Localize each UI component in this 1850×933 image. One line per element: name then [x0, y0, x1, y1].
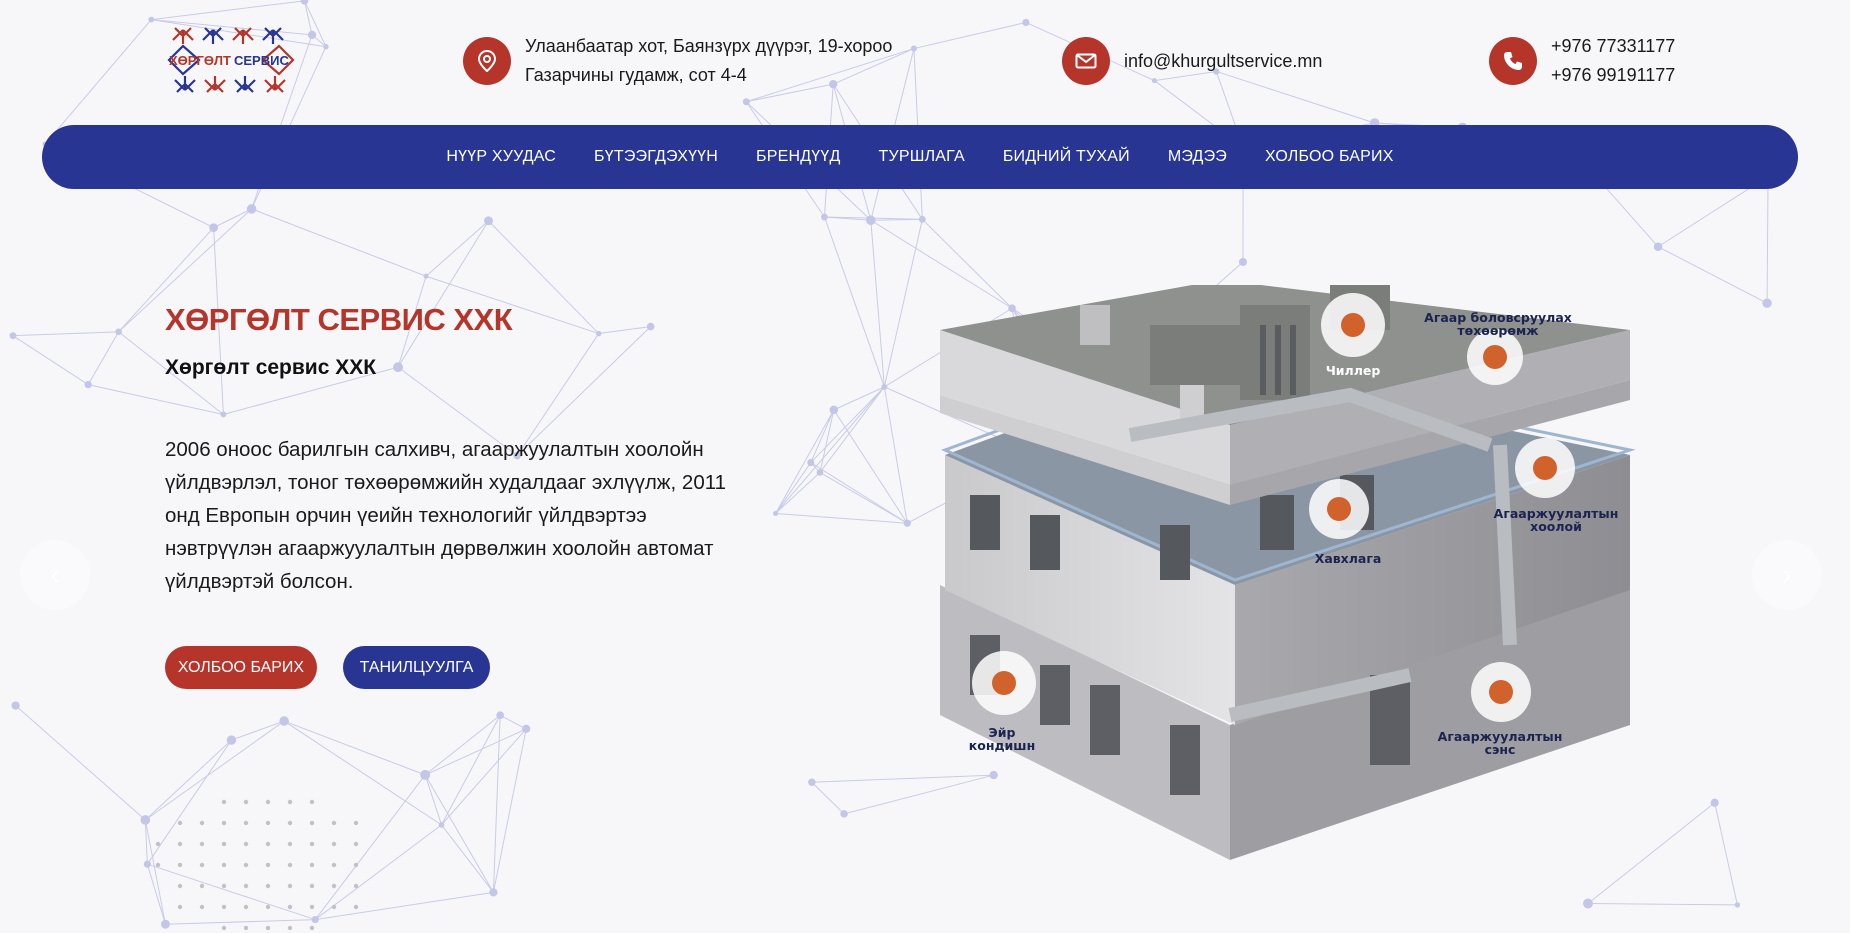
- hotspot-label-chiller: Чиллер: [1326, 363, 1381, 378]
- nav-item-about[interactable]: БИДНИЙ ТУХАЙ: [1003, 148, 1130, 166]
- hero-subtitle: Хөргөлт сервис ХХК: [165, 356, 377, 379]
- decorative-dot-grid: [155, 799, 359, 931]
- logo-text-right: СЕРВИС: [234, 53, 289, 68]
- address-line-2: Газарчины гудамж, сот 4-4: [525, 65, 747, 85]
- nav-item-home[interactable]: НҮҮР ХУУДАС: [446, 148, 556, 166]
- address-line-1: Улаанбаатар хот, Баянзүрх дүүрэг, 19-хор…: [525, 36, 893, 56]
- nav-item-experience[interactable]: ТУРШЛАГА: [879, 148, 965, 166]
- hotspot-label-ac-2: кондишн: [969, 738, 1035, 753]
- hotspot-label-fan-2: сэнс: [1485, 742, 1516, 757]
- logo-text-left: ХӨРГӨЛТ: [169, 53, 231, 68]
- hotspot-air-conditioner[interactable]: Эйр кондишн: [969, 651, 1036, 753]
- chevron-left-icon: ‹: [50, 559, 60, 590]
- hero-description: 2006 оноос барилгын салхивч, агааржуулал…: [165, 438, 726, 593]
- contact-button[interactable]: ХОЛБОО БАРИХ: [165, 646, 317, 689]
- introduction-button[interactable]: ТАНИЛЦУУЛГА: [343, 646, 490, 689]
- phone-number-1[interactable]: +976 77331177: [1551, 32, 1675, 61]
- nav-item-products[interactable]: БҮТЭЭГДЭХҮҮН: [594, 148, 718, 166]
- nav-item-news[interactable]: МЭДЭЭ: [1168, 148, 1227, 166]
- address-block: Улаанбаатар хот, Баянзүрх дүүрэг, 19-хор…: [463, 32, 892, 90]
- phone-block: +976 77331177 +976 99191177: [1489, 32, 1675, 90]
- hotspot-label-duct-2: хоолой: [1530, 519, 1582, 534]
- hotspot-chiller[interactable]: Чиллер: [1321, 293, 1385, 378]
- mail-icon: [1062, 37, 1110, 85]
- slider-prev-button[interactable]: ‹: [20, 540, 90, 610]
- location-pin-icon: [463, 37, 511, 85]
- email-link[interactable]: info@khurgultservice.mn: [1124, 47, 1322, 76]
- hero-title: ХӨРГӨЛТ СЕРВИС ХХК: [165, 302, 513, 337]
- hotspot-label-ahu-2: төхөөрөмж: [1457, 323, 1539, 338]
- phone-number-2[interactable]: +976 99191177: [1551, 61, 1675, 90]
- company-logo[interactable]: ХӨРГӨЛТ СЕРВИС: [165, 22, 297, 98]
- header: ХӨРГӨЛТ СЕРВИС Улаанбаатар хот, Баянзүрх…: [0, 0, 1850, 120]
- phone-icon: [1489, 37, 1537, 85]
- building-hvac-illustration: Чиллер Агаар боловсруулах төхөөрөмж Агаа…: [940, 285, 1636, 860]
- email-block[interactable]: info@khurgultservice.mn: [1062, 37, 1322, 85]
- nav-item-contact[interactable]: ХОЛБОО БАРИХ: [1265, 148, 1394, 166]
- nav-item-brands[interactable]: БРЕНДҮҮД: [756, 148, 840, 166]
- slider-next-button[interactable]: ›: [1752, 540, 1822, 610]
- chevron-right-icon: ›: [1782, 559, 1792, 590]
- main-navigation: НҮҮР ХУУДАС БҮТЭЭГДЭХҮҮН БРЕНДҮҮД ТУРШЛА…: [42, 125, 1798, 189]
- hotspot-label-damper: Хавхлага: [1315, 551, 1382, 566]
